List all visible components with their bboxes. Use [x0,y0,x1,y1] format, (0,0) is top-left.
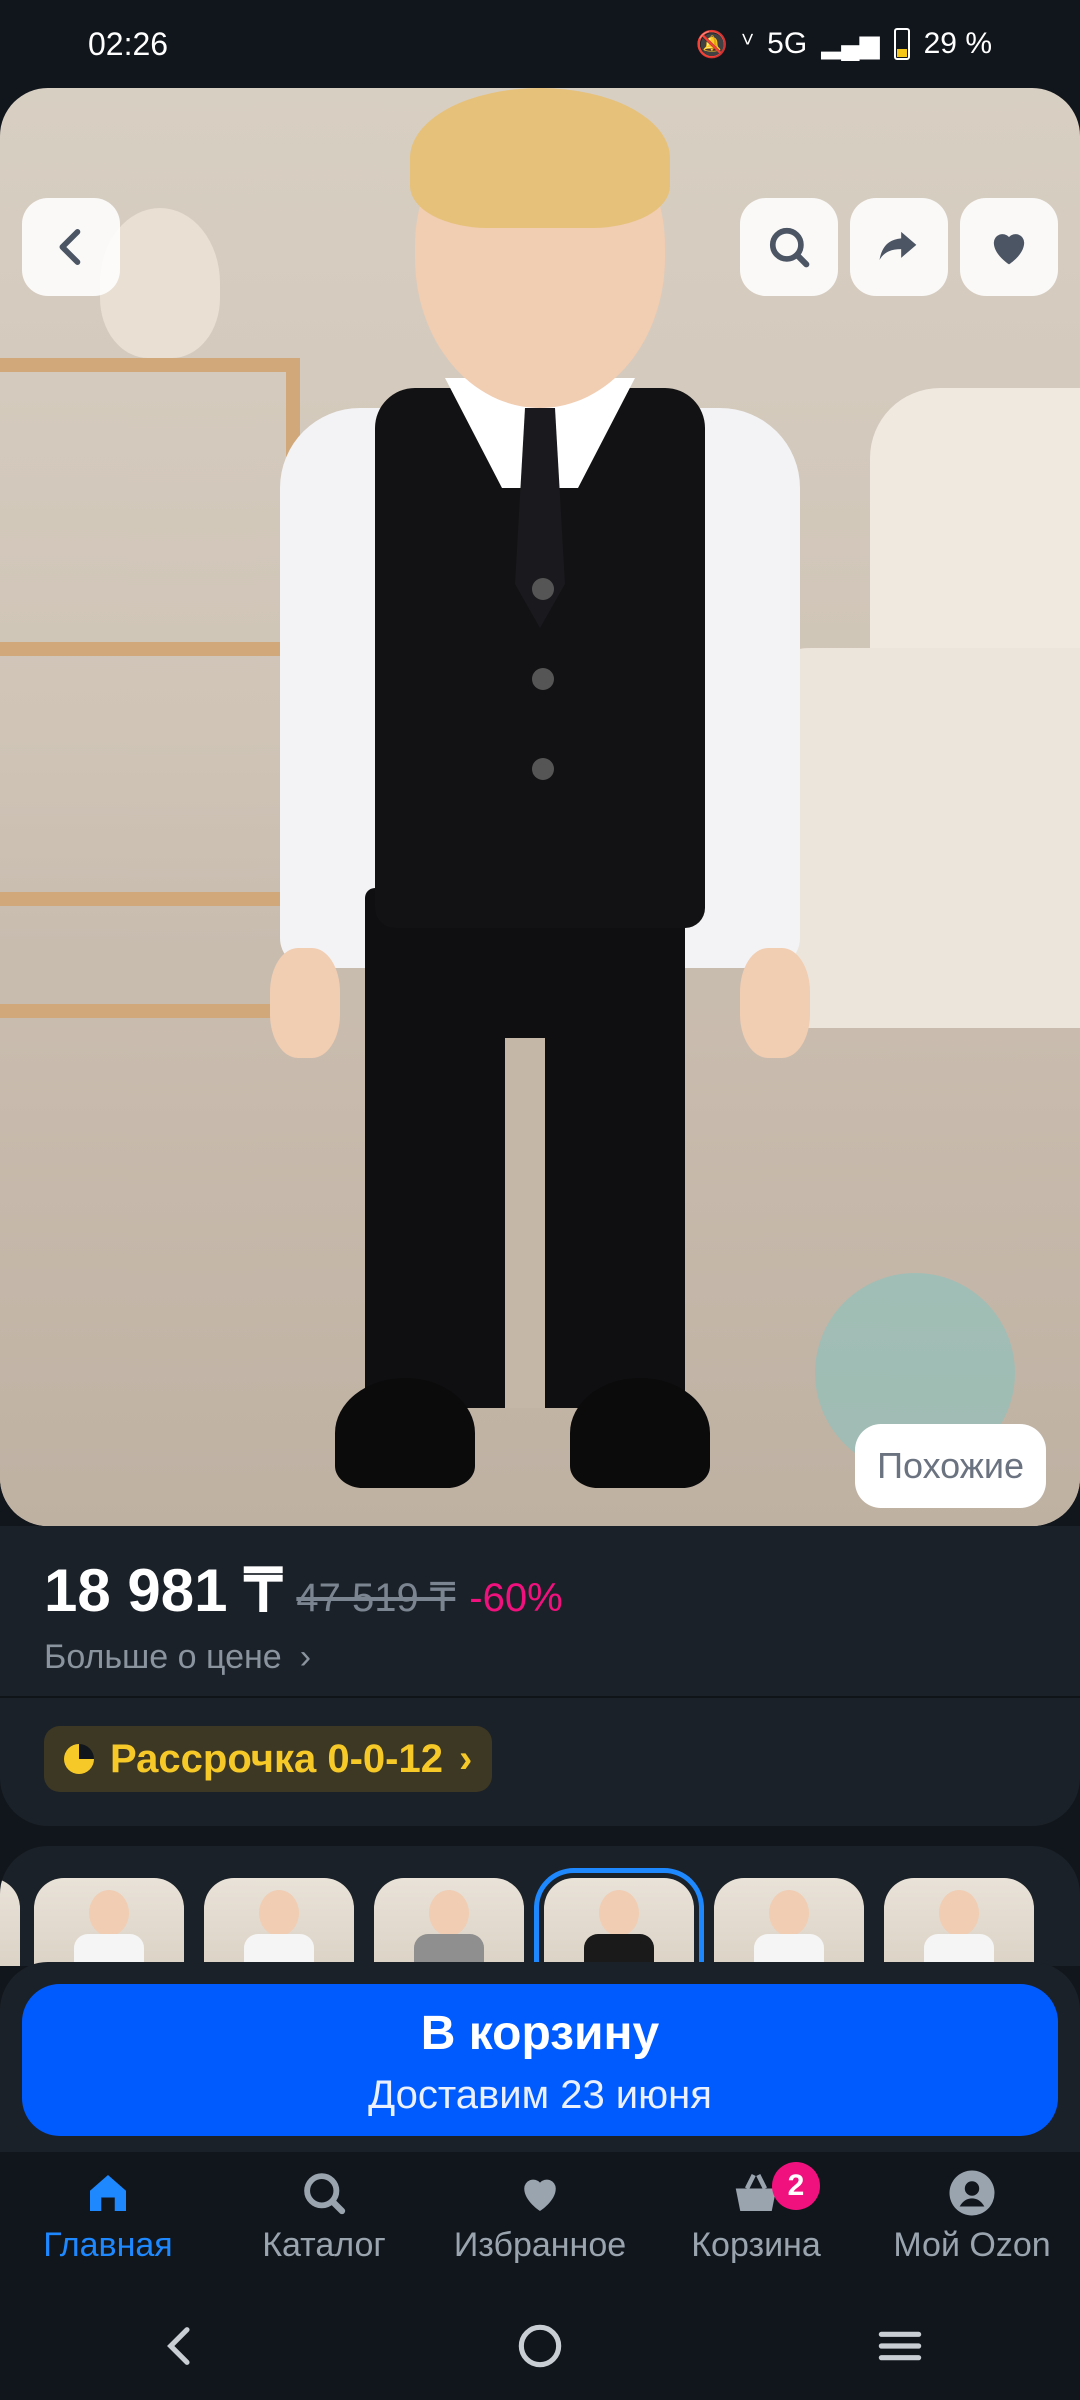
heart-icon [524,2179,556,2211]
profile-icon [949,2170,995,2216]
add-to-cart-button[interactable]: В корзину Доставим 23 июня [22,1984,1058,2136]
favorite-button[interactable] [960,198,1058,296]
back-arrow-icon [59,229,81,265]
add-to-cart-label: В корзину [420,2007,660,2060]
shelf-board [0,892,286,906]
thumbnail[interactable] [0,1878,20,1966]
price-section: 18 981 ₸ 47 519 ₸ -60% Больше о цене › Р… [0,1526,1080,1826]
status-bar: 02:26 🔕 ⱽ 5G ▂▄▆ 29 % [0,0,1080,88]
shoe [335,1378,475,1488]
cart-count-badge: 2 [772,2162,820,2210]
nav-favorites[interactable]: Избранное [432,2152,648,2292]
installment-icon [64,1744,94,1774]
thumbnail[interactable] [34,1878,184,1966]
model-figure [270,88,810,1508]
nav-label: Главная [43,2226,173,2264]
discount-badge: -60% [469,1576,563,1620]
delivery-date: Доставим 23 июня [368,2073,712,2117]
current-price: 18 981 ₸ [44,1557,283,1624]
nav-label: Мой Ozon [893,2226,1051,2264]
thumb-face [769,1890,809,1936]
more-about-price-link[interactable]: Больше о цене › [44,1638,311,1677]
leg-gap [505,1038,545,1408]
hand [270,948,340,1058]
thumbnail-selected[interactable] [534,1868,704,1966]
back-button[interactable] [22,198,120,296]
heart-icon [993,234,1025,265]
divider [0,1696,1080,1698]
bottom-navigation: Главная Каталог Избранное 2 Корзина Мой … [0,2152,1080,2292]
nav-label: Избранное [453,2226,627,2264]
thumb-face [429,1890,469,1936]
battery-icon [893,28,910,60]
shelf-board [0,642,286,656]
thumbnail[interactable] [714,1878,864,1966]
price-row: 18 981 ₸ 47 519 ₸ -60% [44,1556,563,1626]
thumb-face [599,1890,639,1936]
nav-label: Корзина [691,2226,821,2264]
thumbnail[interactable] [884,1878,1034,1966]
nav-home[interactable]: Главная [0,2152,216,2292]
home-icon [90,2175,126,2211]
system-navigation [0,2292,1080,2400]
add-to-cart-bar: В корзину Доставим 23 июня [0,1962,1080,2152]
hair [410,88,670,228]
more-about-price-label: Больше о цене [44,1638,282,1676]
thumbnail[interactable] [374,1878,524,1966]
vest-button [532,578,554,600]
chevron-right-icon: › [299,1638,312,1676]
status-time: 02:26 [88,25,169,62]
thumbnail[interactable] [204,1878,354,1966]
system-home-icon[interactable] [512,2318,568,2374]
thumb-face [259,1890,299,1936]
chevron-right-icon: › [459,1736,473,1781]
volte-icon: ⱽ [741,28,754,59]
nav-profile[interactable]: Мой Ozon [864,2152,1080,2292]
thumb-face [939,1890,979,1936]
network-type: 5G [767,27,808,60]
battery-level: 29 % [923,27,992,60]
system-recents-icon[interactable] [872,2318,928,2374]
shelf-decor [0,358,300,1018]
installment-label: Рассрочка 0-0-12 [110,1736,443,1781]
system-back-icon[interactable] [152,2318,208,2374]
status-icons: 🔕 ⱽ 5G ▂▄▆ 29 % [696,27,992,61]
search-button[interactable] [740,198,838,296]
share-icon [879,231,917,260]
mute-icon: 🔕 [695,28,728,59]
thumb-face [89,1890,129,1936]
old-price: 47 519 ₸ [296,1576,456,1620]
thumbnail-strip[interactable] [0,1846,1080,1966]
nav-label: Каталог [262,2226,386,2264]
vest-button [532,668,554,690]
installment-button[interactable]: Рассрочка 0-0-12 › [44,1726,493,1792]
nav-cart[interactable]: 2 Корзина [648,2152,864,2292]
hand [740,948,810,1058]
product-image[interactable]: Похожие [0,88,1080,1526]
search-icon [769,227,810,268]
nav-catalog[interactable]: Каталог [216,2152,432,2292]
similar-button[interactable]: Похожие [855,1424,1046,1508]
signal-icon: ▂▄▆ [821,28,880,59]
share-button[interactable] [850,198,948,296]
shoe [570,1378,710,1488]
vest-button [532,758,554,780]
search-icon [304,2173,346,2215]
